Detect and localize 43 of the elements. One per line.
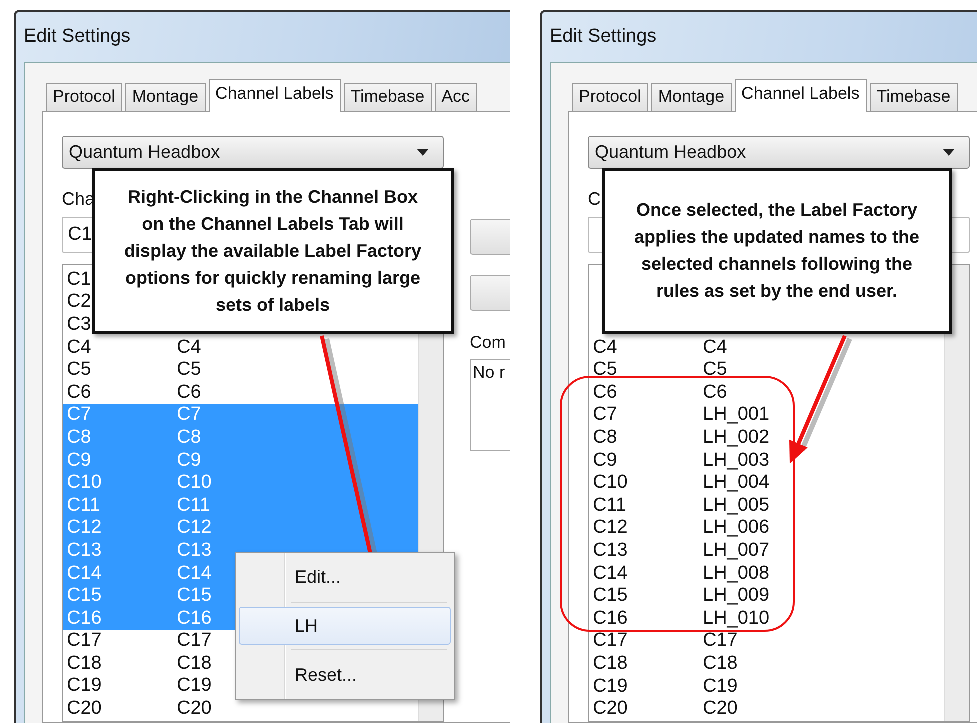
list-row[interactable]: C6 C6 <box>589 380 944 404</box>
list-row[interactable]: C11 LH_005 <box>589 494 944 517</box>
list-row[interactable]: C10 LH_004 <box>589 471 944 494</box>
tab[interactable]: Channel Labels <box>734 79 867 112</box>
list-row[interactable]: C7 LH_001 <box>589 404 944 426</box>
tab[interactable]: Timebase <box>870 83 958 111</box>
list-row[interactable]: C5 C5 <box>63 358 418 381</box>
list-row[interactable]: C5 C5 <box>589 358 944 381</box>
tab[interactable]: Protocol <box>572 83 648 111</box>
callout-tooltip: Once selected, the Label Factory applies the updated names to the selected channels following the rules as set by the end user. <box>602 168 952 334</box>
comment-label: Com <box>470 333 507 354</box>
list-row[interactable]: C19 C19 <box>589 674 944 698</box>
list-row[interactable]: C20 C20 <box>63 697 418 720</box>
list-row[interactable]: C18 C18 <box>589 652 944 675</box>
callout-tooltip: Right-Clicking in the Channel Box on the Channel Labels Tab will display the available Label Factory options for quickly renaming large sets of labels <box>92 168 454 334</box>
list-row[interactable]: C13 LH_007 <box>589 539 944 562</box>
window-title: Edit Settings <box>23 25 132 49</box>
list-row[interactable]: C8 LH_002 <box>589 426 944 449</box>
menu-item[interactable]: LH <box>239 607 451 645</box>
list-row[interactable]: C9 LH_003 <box>589 448 944 472</box>
list-row[interactable]: C14 LH_008 <box>589 562 944 584</box>
device-dropdown[interactable]: Quantum Headbox <box>62 136 444 169</box>
device-dropdown[interactable]: Quantum Headbox <box>588 136 970 169</box>
list-row[interactable]: C12 LH_006 <box>589 516 944 540</box>
caret-icon <box>943 149 955 156</box>
comment-field[interactable]: No r <box>470 359 510 451</box>
tab[interactable]: Montage <box>651 83 732 111</box>
caret-icon <box>417 149 429 156</box>
list-row[interactable]: C17 C17 <box>589 630 944 652</box>
tab[interactable]: Protocol <box>46 83 122 111</box>
tab[interactable]: Montage <box>125 83 206 111</box>
tab[interactable]: Channel Labels <box>208 79 341 112</box>
list-row[interactable]: C16 LH_010 <box>589 606 944 630</box>
list-row[interactable]: C4 C4 <box>63 336 418 358</box>
list-row[interactable]: C6 C6 <box>63 380 418 404</box>
channel-label: C <box>588 189 601 211</box>
list-row[interactable]: C20 C20 <box>589 697 944 720</box>
window-title: Edit Settings <box>549 25 658 49</box>
scrollbar[interactable] <box>944 265 969 721</box>
tab[interactable]: Timebase <box>344 83 432 111</box>
list-row[interactable]: C4 C4 <box>589 336 944 358</box>
tab[interactable]: Acc <box>434 83 478 111</box>
list-row[interactable]: C15 LH_009 <box>589 584 944 607</box>
